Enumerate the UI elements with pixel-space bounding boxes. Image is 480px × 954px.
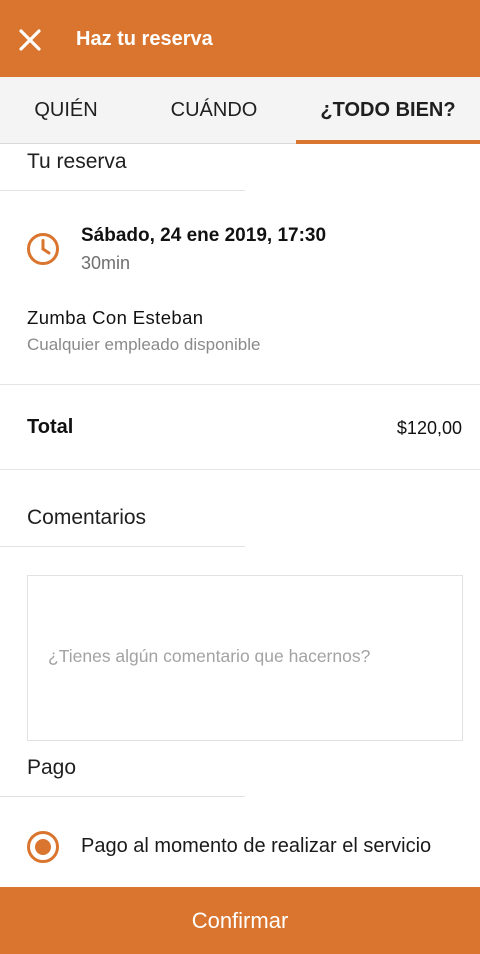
booking-duration: 30min (81, 253, 131, 273)
section-divider (0, 190, 245, 191)
section-divider (0, 796, 245, 797)
radio-selected-icon[interactable] (26, 830, 60, 864)
close-icon[interactable] (16, 26, 44, 54)
divider (0, 469, 480, 470)
active-tab-indicator (296, 140, 480, 144)
payment-section-title: Pago (27, 756, 77, 779)
step-tabs: QUIÉN CUÁNDO ¿TODO BIEN? (0, 77, 480, 144)
comment-box (27, 575, 463, 741)
clock-icon (27, 233, 59, 265)
service-name: Zumba Con Esteban (27, 307, 204, 328)
tab-cuando[interactable]: CUÁNDO (132, 77, 296, 144)
comments-section-title: Comentarios (27, 506, 147, 529)
app-bar: Haz tu reserva (0, 0, 480, 77)
tab-quien[interactable]: QUIÉN (0, 77, 132, 144)
tab-todo-bien[interactable]: ¿TODO BIEN? (296, 77, 480, 144)
page-title: Haz tu reserva (76, 28, 213, 50)
reservation-section-title: Tu reserva (27, 150, 127, 173)
payment-option-label: Pago al momento de realizar el servicio (81, 835, 432, 857)
divider (0, 384, 480, 385)
total-label: Total (27, 416, 74, 438)
confirm-button[interactable]: Confirmar (0, 887, 480, 954)
payment-option[interactable]: Pago al momento de realizar el servicio (26, 829, 466, 865)
comment-input[interactable] (28, 576, 462, 740)
service-staff: Cualquier empleado disponible (27, 335, 261, 354)
booking-date-time: Sábado, 24 ene 2019, 17:30 (81, 225, 327, 246)
section-divider (0, 546, 245, 547)
total-value: $120,00 (396, 418, 462, 438)
